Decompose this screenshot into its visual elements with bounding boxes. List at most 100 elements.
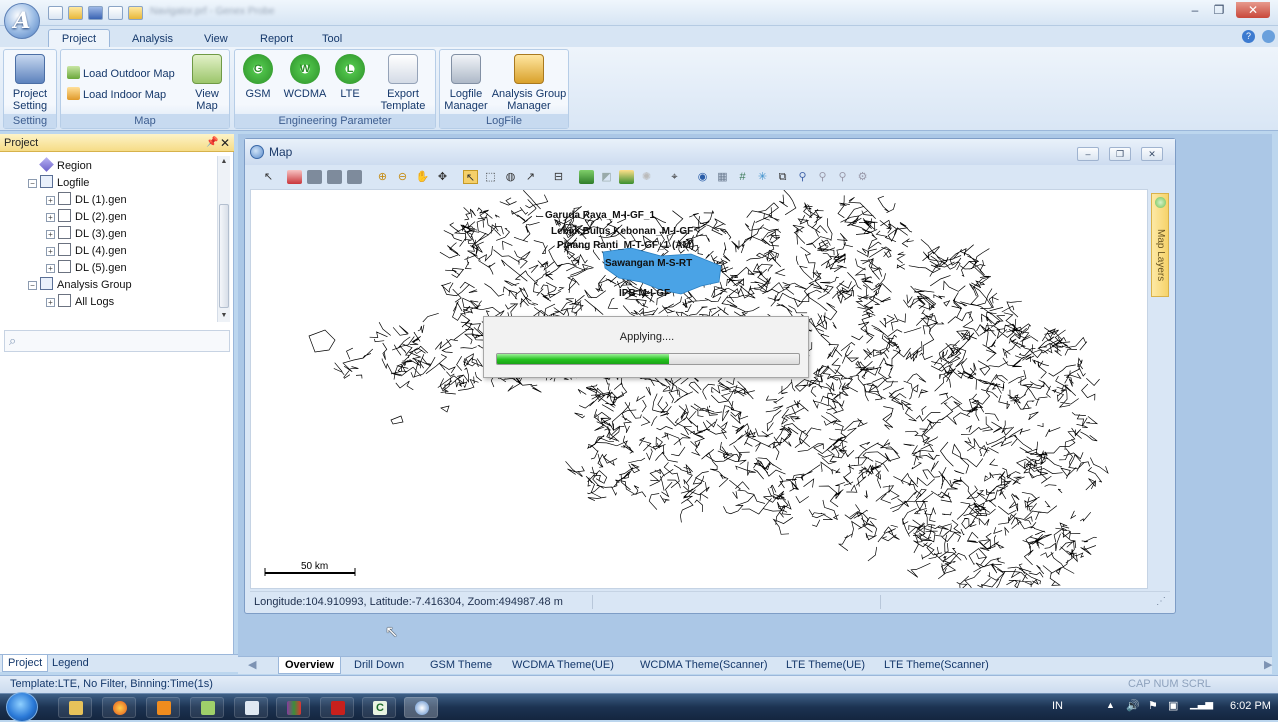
tab-analysis[interactable]: Analysis (122, 30, 183, 48)
taskbar-acrobat[interactable] (320, 697, 354, 718)
tree-item[interactable]: − Logfile (28, 175, 89, 191)
tree-expander-icon[interactable]: + (46, 213, 55, 222)
analysis-group-manager-button[interactable]: Analysis Group Manager (490, 54, 568, 112)
tree-expander-icon[interactable]: − (28, 179, 37, 188)
taskbar-media[interactable] (146, 697, 180, 718)
tree-item[interactable]: Region (28, 157, 92, 174)
layers-icon[interactable] (579, 170, 594, 184)
search-input[interactable] (29, 333, 225, 349)
help-icon[interactable]: ? (1242, 30, 1255, 43)
layer-grid-icon[interactable] (287, 170, 302, 184)
chart-icon[interactable]: ◩ (599, 170, 614, 184)
tree-expander-icon[interactable]: + (46, 247, 55, 256)
taskbar-genex[interactable] (404, 697, 438, 718)
taskbar-explorer[interactable] (58, 697, 92, 718)
zoom-out-icon[interactable]: ⊖ (395, 170, 410, 184)
map-layers-tab[interactable]: Map Layers (1151, 193, 1169, 297)
settings-gear-icon[interactable]: ⚙ (855, 170, 870, 184)
scroll-up-icon[interactable]: ▲ (218, 156, 230, 168)
measure-icon[interactable]: ⊟ (551, 170, 566, 184)
scroll-thumb[interactable] (219, 204, 229, 308)
tabs-scroll-right-icon[interactable]: ▶ (1258, 657, 1278, 674)
logfile-manager-button[interactable]: Logfile Manager (444, 54, 488, 112)
grid-icon[interactable]: # (735, 170, 750, 184)
load-indoor-map-button[interactable]: Load Indoor Map (67, 87, 166, 102)
taskbar-winrar[interactable] (276, 697, 310, 718)
site-link-icon[interactable]: ⚲ (815, 170, 830, 184)
tree-scrollbar[interactable]: ▲ ▼ (217, 156, 230, 322)
tab-project[interactable]: Project (48, 29, 110, 49)
zoom-in-icon[interactable]: ⊕ (375, 170, 390, 184)
tree-item[interactable]: − Analysis Group (28, 277, 132, 293)
volume-icon[interactable]: 🔊 (1126, 699, 1140, 712)
print-map-icon[interactable] (327, 170, 342, 184)
circle-select-icon[interactable]: ◍ (503, 170, 518, 184)
theme-icon[interactable] (619, 170, 634, 184)
tree-expander-icon[interactable]: − (28, 281, 37, 290)
theme-tab[interactable]: WCDMA Theme(Scanner) (634, 657, 774, 674)
sparkle-icon[interactable]: ✳ (755, 170, 770, 184)
theme-tab[interactable]: LTE Theme(UE) (780, 657, 871, 674)
tree-item[interactable]: + DL (1).gen (46, 192, 127, 208)
maximize-button[interactable]: ❐ (1208, 2, 1230, 18)
close-button[interactable]: ✕ (1236, 2, 1270, 18)
taskbar-firefox[interactable] (102, 697, 136, 718)
clock[interactable]: 6:02 PM (1230, 700, 1271, 712)
theme-tab[interactable]: Drill Down (348, 657, 410, 674)
tab-project-panel[interactable]: Project (2, 655, 49, 672)
tab-report[interactable]: Report (250, 30, 303, 48)
taskbar-messenger[interactable] (190, 697, 224, 718)
tabs-scroll-left-icon[interactable]: ◀ (242, 657, 262, 674)
pointer-select-icon[interactable]: ↖ (463, 170, 478, 184)
globe-icon[interactable] (1262, 30, 1275, 43)
pin-icon[interactable]: 📌 (206, 134, 218, 152)
table-icon[interactable]: ▦ (715, 170, 730, 184)
pan-hand-icon[interactable]: ✋ (415, 170, 430, 184)
resize-grip-icon[interactable]: ⋰ (1156, 592, 1166, 612)
globe-link-icon[interactable]: ◉ (695, 170, 710, 184)
panel-close-icon[interactable]: ✕ (220, 134, 230, 152)
tab-legend[interactable]: Legend (50, 655, 91, 671)
info-pointer-icon[interactable]: ↗ (523, 170, 538, 184)
rect-select-icon[interactable]: ⬚ (483, 170, 498, 184)
route-icon[interactable]: ✺ (639, 170, 654, 184)
tree-expander-icon[interactable]: + (46, 264, 55, 273)
tree-item[interactable]: + DL (5).gen (46, 260, 127, 276)
view-map-button[interactable]: View Map (189, 54, 225, 112)
site-unlink-icon[interactable]: ⚲ (835, 170, 850, 184)
select-arrow-icon[interactable]: ↖ (261, 170, 276, 184)
close-project-icon[interactable] (128, 6, 143, 20)
scroll-down-icon[interactable]: ▼ (218, 310, 230, 322)
save-map-icon[interactable] (307, 170, 322, 184)
gsm-button[interactable]: G GSM (241, 54, 275, 100)
tree-item[interactable]: + DL (2).gen (46, 209, 127, 225)
start-button[interactable] (6, 692, 38, 722)
tree-item[interactable]: + All Logs (46, 294, 114, 310)
application-menu-button[interactable]: A (4, 3, 40, 39)
save-as-icon[interactable] (108, 6, 123, 20)
theme-tab[interactable]: GSM Theme (424, 657, 498, 674)
map-minimize-button[interactable]: – (1077, 147, 1099, 161)
copy-icon[interactable]: ⧉ (775, 170, 790, 184)
taskbar-notepad[interactable] (234, 697, 268, 718)
flag-icon[interactable]: ⚑ (1148, 699, 1158, 712)
tab-tool[interactable]: Tool (312, 30, 352, 48)
lte-button[interactable]: L LTE (335, 54, 365, 100)
language-indicator[interactable]: IN (1052, 700, 1063, 712)
load-outdoor-map-button[interactable]: Load Outdoor Map (67, 66, 175, 81)
export-template-button[interactable]: Export Template (373, 54, 433, 112)
wcdma-button[interactable]: W WCDMA (283, 54, 327, 100)
export-map-icon[interactable] (347, 170, 362, 184)
power-icon[interactable]: ▣ (1168, 699, 1178, 712)
open-folder-icon[interactable] (68, 6, 83, 20)
tree-item[interactable]: + DL (4).gen (46, 243, 127, 259)
theme-tab[interactable]: LTE Theme(Scanner) (878, 657, 995, 674)
map-canvas[interactable]: Garuda Raya_M-I-GF_1 Lebak Bulus Kebonan_… (250, 189, 1148, 589)
tree-expander-icon[interactable]: + (46, 230, 55, 239)
full-extent-icon[interactable]: ✥ (435, 170, 450, 184)
tree-item[interactable]: + DL (3).gen (46, 226, 127, 242)
tray-expand-icon[interactable]: ▲ (1106, 700, 1115, 710)
taskbar-app-c[interactable]: C (362, 697, 396, 718)
theme-tab[interactable]: Overview (278, 657, 341, 674)
site-icon[interactable]: ⚲ (795, 170, 810, 184)
